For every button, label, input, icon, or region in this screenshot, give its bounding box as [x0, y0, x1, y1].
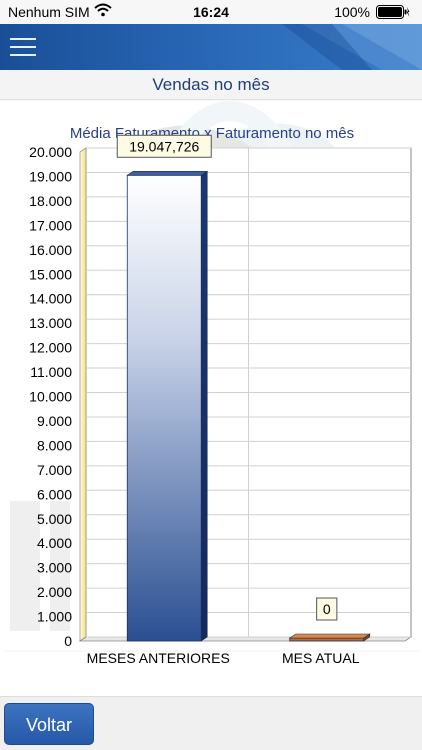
y-tick-label: 14.000 [29, 291, 72, 307]
bar-chart: Média Faturamento x Faturamento no mês 0… [5, 101, 420, 666]
x-tick-label: MES ATUAL [282, 650, 360, 666]
menu-line [10, 46, 36, 48]
bar-top [126, 170, 209, 176]
app-screen: Nenhum SIM 16:24 100% Vendas no mês Médi… [0, 0, 422, 750]
bar-side [200, 170, 208, 642]
y-tick-label: 12.000 [29, 340, 72, 356]
footer-bar: Voltar [0, 696, 422, 750]
back-button[interactable]: Voltar [4, 703, 94, 745]
y-tick-label: 19.000 [29, 168, 72, 184]
y-tick-label: 10.000 [29, 389, 72, 405]
y-tick-label: 0 [64, 633, 72, 649]
hamburger-icon[interactable] [10, 34, 36, 60]
y-tick-label: 6.000 [37, 486, 72, 502]
y-tick-label: 11.000 [30, 364, 72, 380]
x-tick-label: MESES ANTERIORES [87, 650, 230, 666]
status-bar: Nenhum SIM 16:24 100% [0, 0, 422, 24]
menu-line [10, 54, 36, 56]
y-tick-label: 3.000 [37, 560, 72, 576]
chart-title: Média Faturamento x Faturamento no mês [70, 125, 354, 142]
plot-left-wall [79, 147, 87, 642]
y-tick-label: 5.000 [37, 511, 72, 527]
y-tick-label: 4.000 [37, 535, 72, 551]
data-label: 19.047,726 [129, 138, 199, 154]
bar [126, 174, 202, 642]
y-tick-label: 8.000 [37, 437, 72, 453]
y-tick-label: 18.000 [29, 193, 72, 209]
y-tick-label: 15.000 [29, 266, 72, 282]
battery-icon [376, 5, 410, 19]
y-tick-label: 16.000 [29, 242, 72, 258]
y-tick-label: 20.000 [29, 144, 72, 160]
y-tick-label: 13.000 [29, 315, 72, 331]
y-tick-label: 1.000 [37, 609, 72, 625]
page-title: Vendas no mês [0, 70, 422, 100]
data-label: 0 [323, 601, 331, 617]
header-decoration [282, 24, 422, 70]
battery-percent: 100% [334, 4, 370, 20]
menu-line [10, 38, 36, 40]
plot-area: 0 1.000 2.000 3.000 4.000 5.000 6.000 7.000 8.00… [29, 134, 413, 666]
bar-top [288, 633, 371, 639]
y-tick-label: 17.000 [29, 217, 72, 233]
chart-container: Média Faturamento x Faturamento no mês 0… [0, 101, 422, 696]
y-tick-label: 9.000 [37, 413, 72, 429]
app-header [0, 24, 422, 70]
y-tick-label: 2.000 [37, 584, 72, 600]
y-tick-label: 7.000 [37, 462, 72, 478]
bar [289, 637, 365, 642]
